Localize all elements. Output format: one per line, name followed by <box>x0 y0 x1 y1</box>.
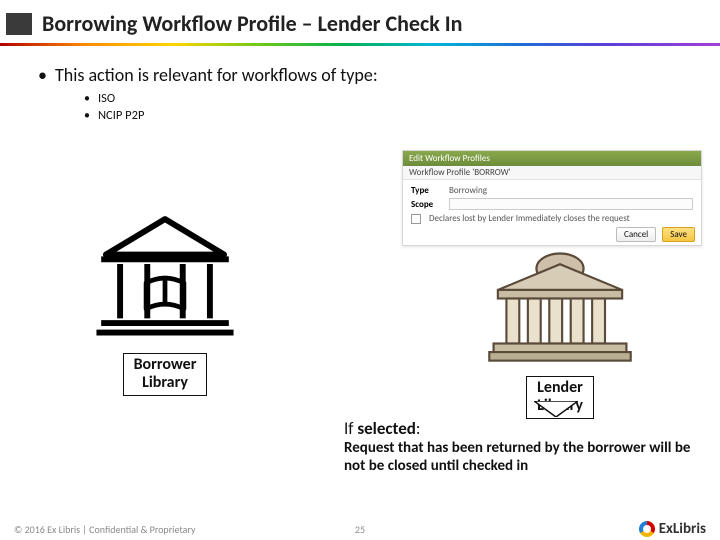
sub-bullet-text: ISO <box>98 91 115 106</box>
sub-bullet-text: NCIP P2P <box>98 108 144 123</box>
if-selected-title: If selected: <box>344 418 712 439</box>
ifsel-prefix: If <box>344 418 357 439</box>
borrower-library-label: Borrower Library <box>123 353 208 396</box>
sub-bullet: ISO <box>84 90 696 107</box>
ifsel-bold: selected <box>357 418 416 439</box>
borrower-library-figure: Borrower Library <box>80 212 250 396</box>
if-selected-body: Request that has been returned by the bo… <box>344 439 712 475</box>
exlibris-mark-icon <box>639 521 655 537</box>
lender-library-figure: Lender Library <box>475 247 645 419</box>
mini-header: Edit Workflow Profiles <box>403 151 701 166</box>
if-selected-note: If selected: Request that has been retur… <box>344 418 712 475</box>
main-bullet: This action is relevant for workflows of… <box>38 64 696 86</box>
mini-type-label: Type <box>411 185 443 196</box>
sub-bullet: NCIP P2P <box>84 107 696 124</box>
arrow-down-icon <box>534 401 578 417</box>
borrower-library-icon <box>90 212 240 342</box>
page-title: Borrowing Workflow Profile – Lender Chec… <box>42 10 462 37</box>
main-bullet-text: This action is relevant for workflows of… <box>55 64 378 86</box>
exlibris-logo: ExLibris <box>639 520 706 538</box>
mini-scope-input <box>449 198 693 210</box>
mini-type-value: Borrowing <box>449 185 487 196</box>
lender-library-icon <box>485 247 635 365</box>
footer-slide-number: 25 <box>355 523 365 536</box>
exlibris-text: ExLibris <box>659 520 706 538</box>
title-accent-block <box>6 13 32 35</box>
mini-scope-label: Scope <box>411 199 443 210</box>
footer-copyright: © 2016 Ex Libris | Confidential & Propri… <box>14 523 195 536</box>
mini-tab: Workflow Profile 'BORROW' <box>403 166 701 180</box>
ifsel-suffix: : <box>416 418 421 439</box>
sub-bullet-list: ISO NCIP P2P <box>38 86 696 124</box>
